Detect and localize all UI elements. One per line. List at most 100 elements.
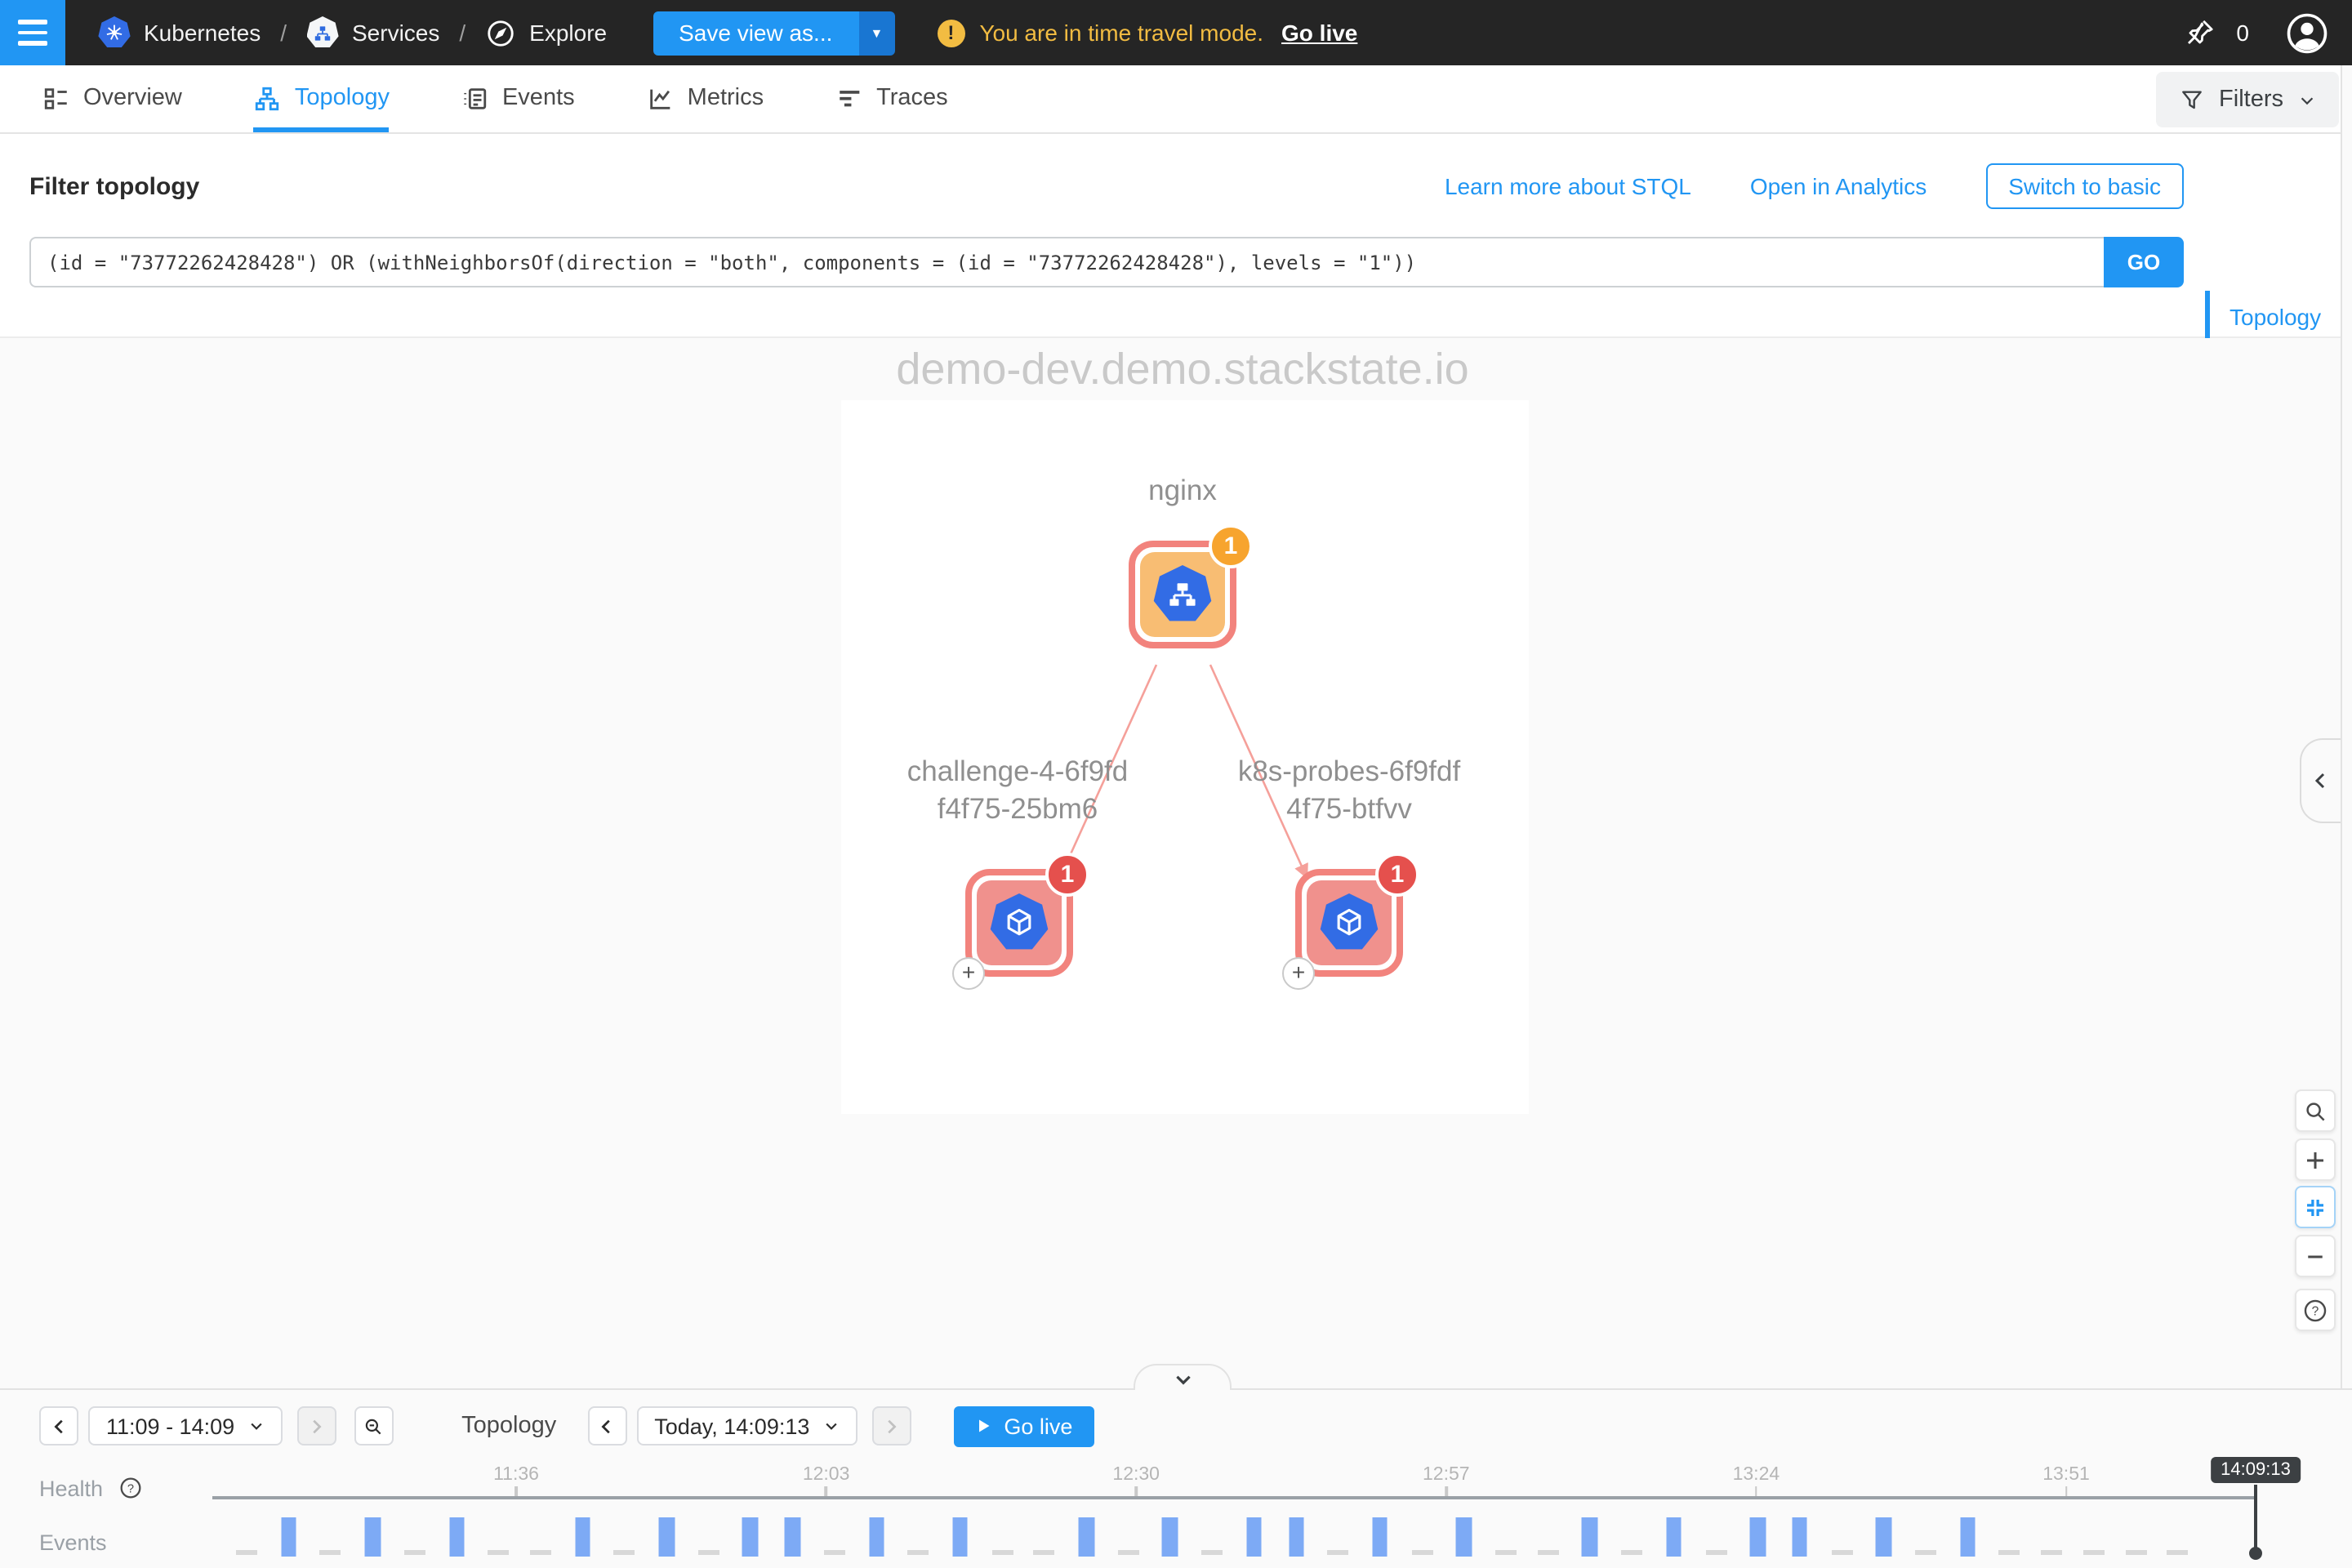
pod-icon bbox=[1320, 893, 1379, 952]
hamburger-menu-button[interactable] bbox=[0, 0, 65, 65]
range-forward-button[interactable] bbox=[296, 1406, 336, 1446]
tab-label: Overview bbox=[83, 85, 182, 111]
event-bar bbox=[1666, 1517, 1682, 1557]
breadcrumb-separator: / bbox=[454, 20, 470, 46]
tab-overview[interactable]: Overview bbox=[42, 65, 182, 132]
time-cursor-line[interactable] bbox=[2254, 1485, 2256, 1553]
event-bar bbox=[1456, 1517, 1472, 1557]
help-button[interactable]: ? bbox=[2295, 1289, 2336, 1331]
pod-icon bbox=[990, 893, 1049, 952]
time-axis-line[interactable] bbox=[212, 1496, 2256, 1499]
axis-tick: 12:03 bbox=[803, 1465, 850, 1498]
event-bar bbox=[1246, 1517, 1262, 1557]
right-nav-topology[interactable]: Topology bbox=[2205, 291, 2336, 341]
filter-panel-title: Filter topology bbox=[29, 172, 199, 200]
time-range-dropdown[interactable]: 11:09 - 14:09 bbox=[88, 1406, 282, 1446]
breadcrumb-explore[interactable]: Explore bbox=[485, 17, 607, 48]
event-gap-dash bbox=[530, 1550, 551, 1555]
tab-events[interactable]: Events bbox=[461, 65, 575, 132]
pin-icon[interactable] bbox=[2184, 16, 2216, 49]
health-row-label: Health ? bbox=[39, 1475, 144, 1501]
event-gap-dash bbox=[1621, 1550, 1642, 1555]
event-gap-dash bbox=[1034, 1550, 1055, 1555]
time-cursor-label: 14:09:13 bbox=[2211, 1457, 2301, 1483]
event-bar bbox=[1079, 1517, 1094, 1557]
axis-tick: 13:24 bbox=[1733, 1465, 1780, 1498]
event-gap-dash bbox=[614, 1550, 635, 1555]
kubernetes-icon bbox=[98, 16, 131, 49]
tab-label: Topology bbox=[295, 85, 390, 111]
event-gap-dash bbox=[1915, 1550, 1936, 1555]
event-gap-dash bbox=[488, 1550, 509, 1555]
event-gap-dash bbox=[2041, 1550, 2062, 1555]
topology-node-k8s-probes[interactable]: 1 + bbox=[1295, 869, 1403, 977]
user-avatar[interactable] bbox=[2285, 11, 2329, 55]
event-bar bbox=[1792, 1517, 1807, 1557]
topology-canvas[interactable]: demo-dev.demo.stackstate.io nginx 1 chal… bbox=[0, 338, 2352, 1388]
cluster-watermark: demo-dev.demo.stackstate.io bbox=[0, 345, 2352, 395]
event-bar bbox=[281, 1517, 296, 1557]
range-back-button[interactable] bbox=[39, 1406, 78, 1446]
snapshot-time-dropdown[interactable]: Today, 14:09:13 bbox=[636, 1406, 857, 1446]
play-icon bbox=[974, 1418, 991, 1434]
event-bar bbox=[1876, 1517, 1891, 1557]
event-bar bbox=[1582, 1517, 1597, 1557]
time-cursor-handle[interactable] bbox=[2249, 1547, 2262, 1560]
health-help-icon[interactable]: ? bbox=[118, 1475, 144, 1501]
snapshot-back-button[interactable] bbox=[587, 1406, 626, 1446]
breadcrumb-label: Explore bbox=[529, 20, 607, 46]
event-gap-dash bbox=[2083, 1550, 2105, 1555]
event-bar bbox=[1289, 1517, 1304, 1557]
expand-node-button[interactable]: + bbox=[952, 957, 985, 990]
go-live-button[interactable]: Go live bbox=[953, 1405, 1094, 1446]
snapshot-forward-button[interactable] bbox=[871, 1406, 911, 1446]
event-gap-dash bbox=[1117, 1550, 1138, 1555]
stql-query-input[interactable] bbox=[29, 237, 2104, 287]
open-in-analytics-link[interactable]: Open in Analytics bbox=[1750, 173, 1927, 199]
event-gap-dash bbox=[2125, 1550, 2146, 1555]
switch-to-basic-button[interactable]: Switch to basic bbox=[1985, 163, 2184, 209]
tabs: Overview Topology Events Metrics Traces bbox=[0, 65, 948, 132]
zoom-in-button[interactable] bbox=[2295, 1138, 2336, 1181]
tab-label: Events bbox=[502, 85, 575, 111]
filter-panel-actions: Learn more about STQL Open in Analytics … bbox=[1445, 163, 2184, 209]
events-row-label: Events bbox=[39, 1530, 107, 1555]
time-travel-warning: ! You are in time travel mode. Go live bbox=[937, 19, 1357, 47]
topology-node-nginx[interactable]: 1 bbox=[1129, 541, 1236, 648]
axis-tick: 12:30 bbox=[1112, 1465, 1160, 1498]
tab-metrics[interactable]: Metrics bbox=[647, 65, 764, 132]
tab-traces[interactable]: Traces bbox=[835, 65, 948, 132]
canvas-search-button[interactable] bbox=[2295, 1089, 2336, 1132]
axis-tick: 11:36 bbox=[493, 1465, 539, 1498]
breadcrumb-services[interactable]: Services bbox=[306, 16, 439, 49]
tab-label: Traces bbox=[876, 85, 948, 111]
zoom-out-button[interactable] bbox=[2295, 1235, 2336, 1277]
event-bar bbox=[785, 1517, 800, 1557]
go-live-link[interactable]: Go live bbox=[1281, 20, 1357, 46]
event-bar bbox=[1750, 1517, 1766, 1557]
critical-count-badge[interactable]: 1 bbox=[1375, 853, 1419, 897]
event-bar bbox=[365, 1517, 381, 1557]
fit-to-screen-button[interactable] bbox=[2295, 1186, 2336, 1228]
filters-button[interactable]: Filters bbox=[2155, 72, 2339, 127]
event-gap-dash bbox=[1201, 1550, 1223, 1555]
axis-tick: 12:57 bbox=[1423, 1465, 1470, 1498]
deviating-count-badge[interactable]: 1 bbox=[1209, 524, 1253, 568]
expand-node-button[interactable]: + bbox=[1282, 957, 1315, 990]
breadcrumb-label: Kubernetes bbox=[144, 20, 261, 46]
chevron-down-icon bbox=[247, 1418, 264, 1434]
critical-count-badge[interactable]: 1 bbox=[1045, 853, 1089, 897]
collapse-timeline-handle[interactable] bbox=[1134, 1364, 1232, 1390]
timeline-panel: 11:09 - 14:09 Topology Today, 14:09:13 bbox=[0, 1388, 2352, 1568]
breadcrumb-kubernetes[interactable]: Kubernetes bbox=[98, 16, 261, 49]
zoom-out-range-button[interactable] bbox=[354, 1406, 393, 1446]
event-bar bbox=[659, 1517, 675, 1557]
event-bar bbox=[952, 1517, 968, 1557]
go-button[interactable]: GO bbox=[2104, 237, 2184, 287]
tab-topology[interactable]: Topology bbox=[254, 65, 390, 132]
open-right-panel-handle[interactable] bbox=[2300, 738, 2341, 823]
save-view-as-button[interactable]: Save view as... bbox=[653, 11, 858, 55]
learn-more-stql-link[interactable]: Learn more about STQL bbox=[1445, 173, 1691, 199]
topology-node-challenge[interactable]: 1 + bbox=[965, 869, 1073, 977]
save-view-caret-button[interactable]: ▼ bbox=[858, 11, 894, 55]
